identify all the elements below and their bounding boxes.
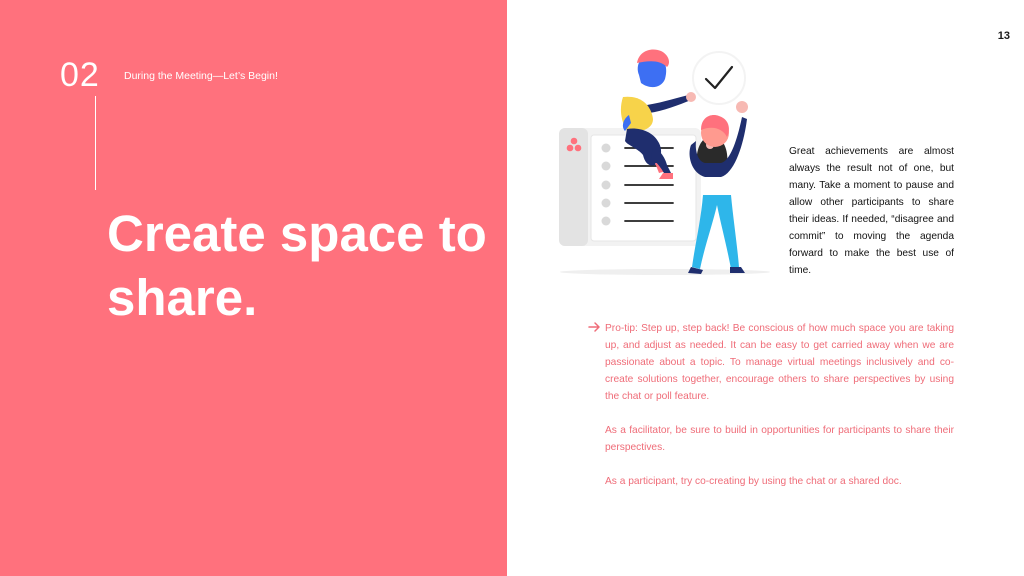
checklist-document-icon [559, 128, 701, 246]
body-paragraph: Great achievements are almost always the… [789, 146, 954, 276]
slide-headline: Create space to share. [107, 205, 487, 326]
section-title: During the Meeting—Let’s Begin! [124, 70, 278, 82]
accent-panel: 02 During the Meeting—Let’s Begin! Creat… [0, 0, 507, 576]
section-number: 02 [60, 56, 100, 94]
arrow-right-icon [588, 322, 600, 332]
participant-tip-paragraph: As a participant, try co-creating by usi… [605, 476, 902, 487]
facilitator-tip-paragraph: As a facilitator, be sure to build in op… [605, 425, 954, 453]
pro-tip-paragraph: Pro-tip: Step up, step back! Be consciou… [605, 323, 954, 402]
pro-tip-block: Pro-tip: Step up, step back! Be consciou… [588, 320, 954, 490]
page-number: 13 [997, 30, 1010, 42]
checkmark-icon [692, 51, 746, 105]
pro-tip-content: Pro-tip: Step up, step back! Be consciou… [605, 320, 954, 490]
collaboration-illustration [559, 49, 770, 275]
vertical-divider [95, 96, 96, 190]
